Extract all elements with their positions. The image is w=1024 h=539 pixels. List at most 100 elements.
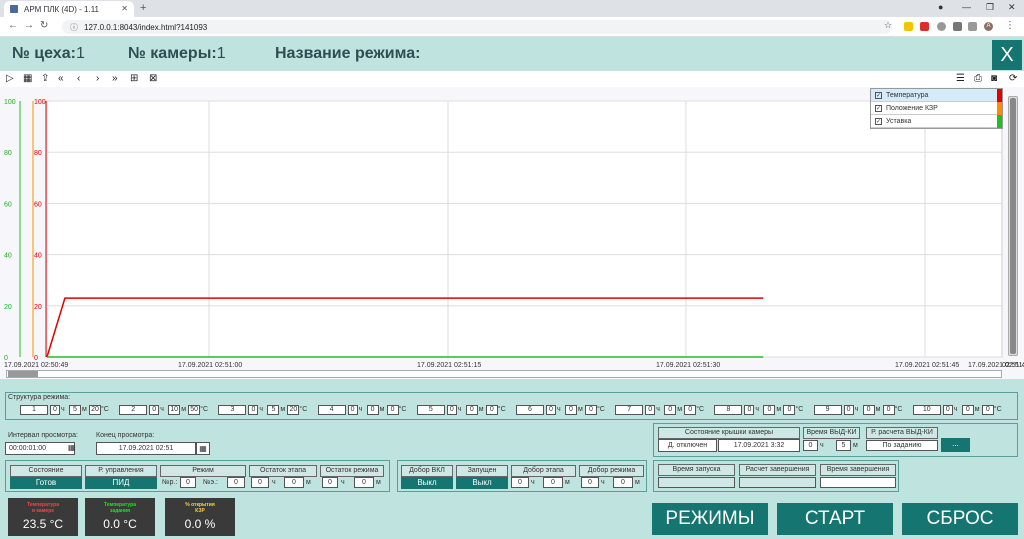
step-hours[interactable]: 0 (546, 405, 556, 415)
checkbox-icon[interactable]: ✓ (875, 104, 882, 112)
step-temp[interactable]: 0 (585, 405, 597, 415)
camera-icon[interactable]: ◙ (991, 73, 997, 84)
step-minutes[interactable]: 0 (763, 405, 776, 415)
step-minutes[interactable]: 0 (565, 405, 577, 415)
more-button[interactable]: ... (941, 438, 970, 452)
step-number[interactable]: 9 (813, 405, 842, 415)
extension-list-icon[interactable] (968, 22, 977, 31)
dobor-step-hours[interactable]: 0 (511, 477, 529, 488)
step-temp[interactable]: 0 (485, 405, 498, 415)
scroll-thumb[interactable] (8, 371, 38, 377)
step-hours[interactable]: 0 (645, 405, 656, 415)
extension-abp-icon[interactable] (920, 22, 929, 31)
step-minutes[interactable]: 0 (862, 405, 875, 415)
export-icon[interactable]: ⇪ (41, 73, 49, 84)
reset-button[interactable]: СБРОС (902, 503, 1018, 535)
list-icon[interactable]: ☰ (956, 73, 965, 84)
window-close-icon[interactable]: ✕ (1008, 2, 1016, 13)
calendar-icon[interactable]: ▦ (196, 442, 210, 455)
step-number[interactable]: 7 (615, 405, 644, 415)
interval-input[interactable]: 00:00:01:00 (5, 442, 75, 455)
step-hours[interactable]: 0 (446, 405, 457, 415)
step-minutes[interactable]: 5 (267, 405, 280, 415)
extension-icon[interactable] (904, 22, 913, 31)
step-number[interactable]: 10 (912, 405, 941, 415)
scroll-thumb[interactable] (1010, 98, 1016, 354)
y-tick-label-temperature: 40 (34, 253, 42, 260)
modes-button[interactable]: РЕЖИМЫ (652, 503, 768, 535)
step-minutes[interactable]: 5 (69, 405, 81, 415)
step-hours[interactable]: 0 (149, 405, 160, 415)
legend-item-temperature[interactable]: ✓ Температура (871, 89, 1002, 102)
step-temp[interactable]: 0 (981, 405, 994, 415)
reset-zoom-icon[interactable]: ⊠ (149, 73, 157, 84)
window-restore-icon[interactable]: ❐ (986, 2, 994, 13)
checkbox-icon[interactable]: ✓ (875, 91, 882, 99)
prev-icon[interactable]: ‹ (77, 73, 80, 84)
table-icon[interactable]: ▦ (23, 73, 32, 84)
checkbox-icon[interactable]: ✓ (875, 117, 882, 125)
step-temp[interactable]: 0 (882, 405, 895, 415)
step-hours[interactable]: 0 (942, 405, 953, 415)
dobor-mode-hours[interactable]: 0 (581, 477, 599, 488)
dobor-mode-minutes[interactable]: 0 (613, 477, 633, 488)
address-bar[interactable]: ⓘ 127.0.0.1:8043/index.html?141093 (62, 20, 892, 34)
zoom-chart-icon[interactable]: ⊞ (130, 73, 138, 84)
calc-mode-value[interactable]: По заданию (866, 440, 938, 451)
step-number[interactable]: 5 (416, 405, 445, 415)
step-temp[interactable]: 0 (386, 405, 399, 415)
back-icon[interactable]: ← (8, 20, 18, 31)
chart-vertical-scrollbar[interactable] (1008, 96, 1018, 356)
step-number[interactable]: 1 (20, 405, 48, 415)
step-minutes[interactable]: 0 (366, 405, 379, 415)
step-temp[interactable]: 0 (684, 405, 697, 415)
browser-menu-icon[interactable]: ⋮ (1005, 20, 1015, 31)
step-number[interactable]: 4 (317, 405, 346, 415)
step-hours[interactable]: 0 (843, 405, 854, 415)
step-number[interactable]: 3 (218, 405, 247, 415)
bookmark-star-icon[interactable]: ☆ (884, 20, 892, 31)
next-icon[interactable]: › (96, 73, 99, 84)
extension-circle-icon[interactable] (937, 22, 946, 31)
step-temp[interactable]: 20 (287, 405, 300, 415)
step-hours[interactable]: 0 (248, 405, 259, 415)
end-input[interactable]: 17.09.2021 02:51 (96, 442, 196, 455)
step-hours[interactable]: 0 (50, 405, 60, 415)
rewind-icon[interactable]: « (58, 73, 64, 84)
step-hours[interactable]: 0 (744, 405, 755, 415)
step-temp[interactable]: 0 (783, 405, 796, 415)
profile-avatar[interactable]: A (984, 22, 993, 31)
window-minimize-icon[interactable]: — (962, 2, 971, 12)
new-tab-icon[interactable]: + (140, 2, 146, 14)
chart-horizontal-scrollbar[interactable] (6, 370, 1002, 378)
calendar-icon[interactable]: ▦ (68, 443, 75, 454)
window-record-icon[interactable]: ● (938, 2, 943, 12)
step-number[interactable]: 8 (714, 405, 743, 415)
play-icon[interactable]: ▷ (6, 73, 14, 84)
refresh-chart-icon[interactable]: ⟳ (1009, 73, 1017, 84)
step-hours[interactable]: 0 (347, 405, 358, 415)
print-icon[interactable]: ⎙ (974, 73, 982, 84)
reload-icon[interactable]: ↻ (40, 20, 48, 31)
forward-end-icon[interactable]: » (112, 73, 118, 84)
extension-puzzle-icon[interactable] (953, 22, 962, 31)
dobor-step-minutes[interactable]: 0 (543, 477, 563, 488)
tab-close-icon[interactable]: ✕ (121, 4, 128, 13)
step-number[interactable]: 6 (516, 405, 544, 415)
step-number[interactable]: 2 (119, 405, 148, 415)
start-button[interactable]: СТАРТ (777, 503, 893, 535)
step-temp[interactable]: 20 (89, 405, 101, 415)
legend-item-kzr[interactable]: ✓ Положение КЗР (871, 102, 1002, 115)
browser-tab[interactable]: АРМ ПЛК (4D) - 1.11 ✕ (4, 1, 134, 17)
step-minutes[interactable]: 0 (664, 405, 677, 415)
step-temp[interactable]: 50 (188, 405, 201, 415)
close-button[interactable]: X (992, 40, 1022, 70)
end-time-value[interactable] (820, 477, 896, 488)
step-minutes[interactable]: 0 (961, 405, 974, 415)
step-minutes[interactable]: 10 (168, 405, 181, 415)
step-minutes[interactable]: 0 (465, 405, 478, 415)
hold-hours[interactable]: 0 (803, 440, 818, 451)
forward-icon[interactable]: → (24, 20, 34, 31)
legend-item-setpoint[interactable]: ✓ Уставка (871, 115, 1002, 128)
hold-minutes[interactable]: 5 (836, 440, 851, 451)
